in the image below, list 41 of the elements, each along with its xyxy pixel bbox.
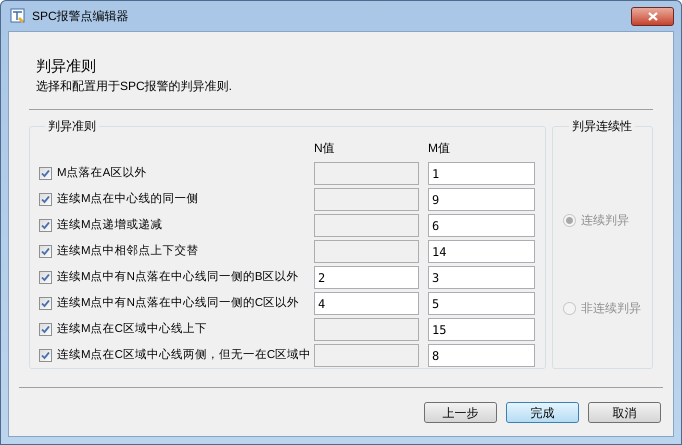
value-field[interactable]: 1	[428, 162, 535, 185]
dialog-button[interactable]: 完成	[506, 402, 579, 423]
value-field[interactable]: 2	[314, 266, 419, 289]
group-title: 判异连续性	[571, 118, 633, 135]
checkbox[interactable]	[39, 219, 52, 232]
radio-label: 非连续判异	[581, 300, 641, 317]
dialog-button[interactable]: 取消	[588, 402, 661, 423]
radio-label: 连续判异	[581, 212, 629, 229]
page-description: 选择和配置用于SPC报警的判异准则.	[36, 78, 234, 95]
column-header: N值	[314, 140, 336, 157]
app-icon	[10, 8, 26, 24]
column-header: M值	[428, 140, 450, 157]
value-field[interactable]: 5	[428, 292, 535, 315]
page-title: 判异准则	[36, 57, 97, 77]
checkbox[interactable]	[39, 323, 52, 336]
rule-label: 连续M点在C区域中心线上下	[57, 321, 207, 337]
checkbox[interactable]	[39, 349, 52, 362]
value-field[interactable]: 3	[428, 266, 535, 289]
value-field[interactable]: 9	[428, 188, 535, 211]
checkbox[interactable]	[39, 193, 52, 206]
close-button[interactable]	[631, 6, 674, 26]
rule-label: 连续M点中有N点落在中心线同一侧的C区以外	[57, 295, 300, 311]
value-field[interactable]: 4	[314, 292, 419, 315]
checkbox[interactable]	[39, 271, 52, 284]
rule-label: M点落在A区以外	[57, 166, 146, 181]
value-field[interactable]: 15	[428, 318, 535, 341]
checkbox[interactable]	[39, 245, 52, 258]
rule-label: 连续M点中有N点落在中心线同一侧的B区以外	[57, 269, 299, 285]
group-title: 判异准则	[47, 118, 97, 135]
checkbox[interactable]	[39, 167, 52, 180]
close-icon	[648, 12, 658, 20]
rule-label: 连续M点中相邻点上下交替	[57, 243, 199, 259]
value-field[interactable]: 8	[428, 344, 535, 367]
value-field[interactable]: 6	[428, 214, 535, 237]
value-field[interactable]: 14	[428, 240, 535, 263]
window-title: SPC报警点编辑器	[32, 8, 129, 25]
dialog-button[interactable]: 上一步	[424, 402, 497, 423]
rule-label: 连续M点在中心线的同一侧	[57, 191, 199, 207]
rule-label: 连续M点在C区域中心线两侧，但无一在C区域中	[57, 347, 312, 363]
rule-label: 连续M点递增或递减	[57, 218, 163, 233]
checkbox[interactable]	[39, 297, 52, 310]
